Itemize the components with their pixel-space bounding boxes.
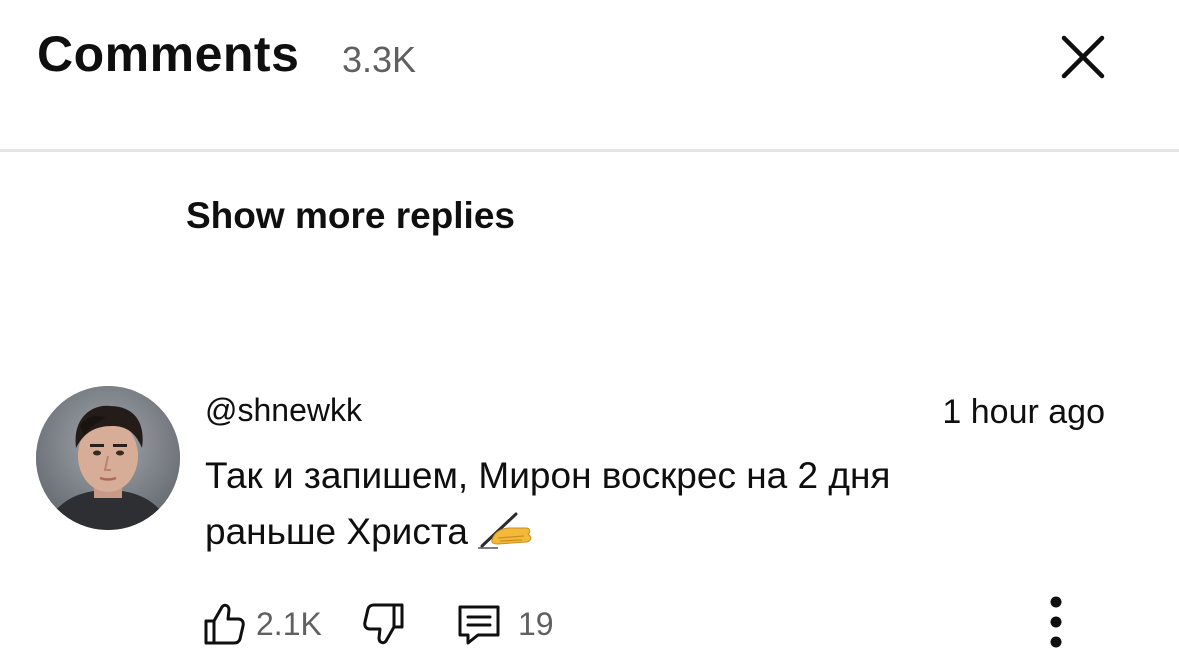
comment-text-line-2: раньше Христа bbox=[205, 504, 1055, 560]
show-more-replies-button[interactable]: Show more replies bbox=[186, 190, 515, 242]
reply-button[interactable]: 19 bbox=[454, 596, 554, 652]
comment-body: Так и запишем, Мирон воскрес на 2 дня ра… bbox=[205, 448, 1055, 560]
avatar-photo bbox=[36, 386, 180, 530]
comment-actions: 2.1K 19 bbox=[200, 596, 1100, 652]
comment-author[interactable]: @shnewkk bbox=[205, 388, 362, 432]
more-vertical-icon bbox=[1050, 596, 1062, 648]
comment-timestamp: 1 hour ago bbox=[942, 393, 1105, 431]
comments-header: Comments 3.3K bbox=[0, 0, 1179, 150]
dislike-button[interactable] bbox=[362, 596, 408, 652]
avatar[interactable] bbox=[36, 386, 180, 530]
like-count: 2.1K bbox=[256, 605, 322, 642]
writing-hand-icon bbox=[477, 512, 532, 549]
close-icon bbox=[1061, 35, 1105, 79]
comment-count: 3.3K bbox=[342, 39, 417, 80]
thumbs-down-icon bbox=[363, 603, 404, 645]
like-button[interactable]: 2.1K bbox=[200, 596, 322, 652]
comment-text-line-1: Так и запишем, Мирон воскрес на 2 дня bbox=[205, 455, 891, 496]
comment-text-line-2-text: раньше Христа bbox=[205, 511, 468, 552]
reply-count: 19 bbox=[518, 605, 554, 642]
page-title: Comments bbox=[37, 26, 300, 82]
reply-icon bbox=[458, 605, 500, 645]
thumbs-up-icon bbox=[204, 603, 245, 645]
close-button[interactable] bbox=[1050, 24, 1116, 90]
header-divider bbox=[0, 149, 1179, 152]
more-options-button[interactable] bbox=[1028, 594, 1084, 650]
